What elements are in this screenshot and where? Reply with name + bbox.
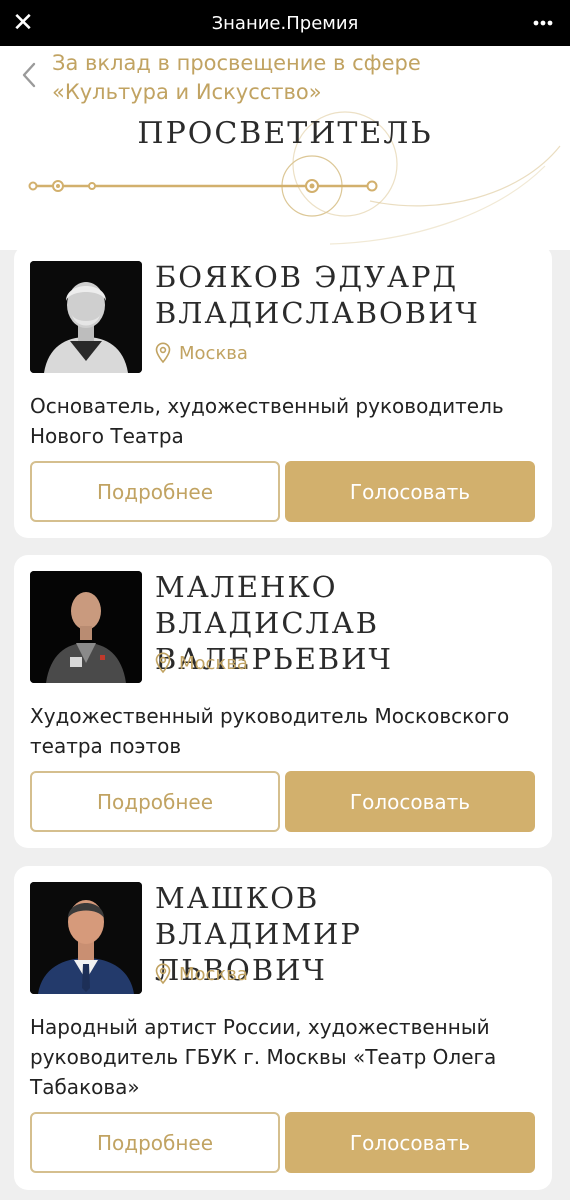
vote-button[interactable]: Голосовать [285, 771, 535, 832]
more-button[interactable]: Подробнее [30, 771, 280, 832]
nominee-description: Основатель, художественный руководитель … [30, 394, 504, 448]
location-pin-icon [155, 342, 171, 364]
nominee-card: МАЛЕНКО ВЛАДИСЛАВ ВАЛЕРЬЕВИЧ Москва Худо… [14, 555, 552, 848]
app-title: Знание.Премия [211, 12, 359, 34]
nominee-location: Москва [155, 649, 248, 677]
nominee-card: БОЯКОВ ЭДУАРД ВЛАДИСЛАВОВИЧ Москва Основ… [14, 245, 552, 538]
page-header: За вклад в просвещение в сфере «Культура… [0, 46, 570, 250]
city-label: Москва [179, 652, 248, 674]
more-button[interactable]: Подробнее [30, 461, 280, 522]
nominee-photo [30, 882, 142, 994]
more-vertical-icon[interactable] [528, 8, 558, 38]
nominee-description: Народный артист России, художественный р… [30, 1015, 497, 1099]
nominee-location: Москва [155, 339, 248, 367]
category-title[interactable]: За вклад в просвещение в сфере «Культура… [52, 49, 472, 107]
location-pin-icon [155, 652, 171, 674]
chevron-left-icon[interactable] [14, 60, 44, 90]
nominee-name: БОЯКОВ ЭДУАРД ВЛАДИСЛАВОВИЧ [155, 260, 480, 330]
nominee-card: МАШКОВ ВЛАДИМИР ЛЬВОВИЧ Москва Народный … [14, 866, 552, 1190]
vote-button[interactable]: Голосовать [285, 1112, 535, 1173]
nominee-location: Москва [155, 960, 248, 988]
section-title: ПРОСВЕТИТЕЛЬ [137, 116, 433, 151]
nominee-photo [30, 261, 142, 373]
more-button[interactable]: Подробнее [30, 1112, 280, 1173]
nominee-description: Художественный руководитель Московского … [30, 704, 510, 758]
top-bar: ✕ Знание.Премия [0, 0, 570, 46]
location-pin-icon [155, 963, 171, 985]
city-label: Москва [179, 963, 248, 985]
city-label: Москва [179, 342, 248, 364]
nominee-photo [30, 571, 142, 683]
close-icon[interactable]: ✕ [8, 8, 38, 38]
vote-button[interactable]: Голосовать [285, 461, 535, 522]
